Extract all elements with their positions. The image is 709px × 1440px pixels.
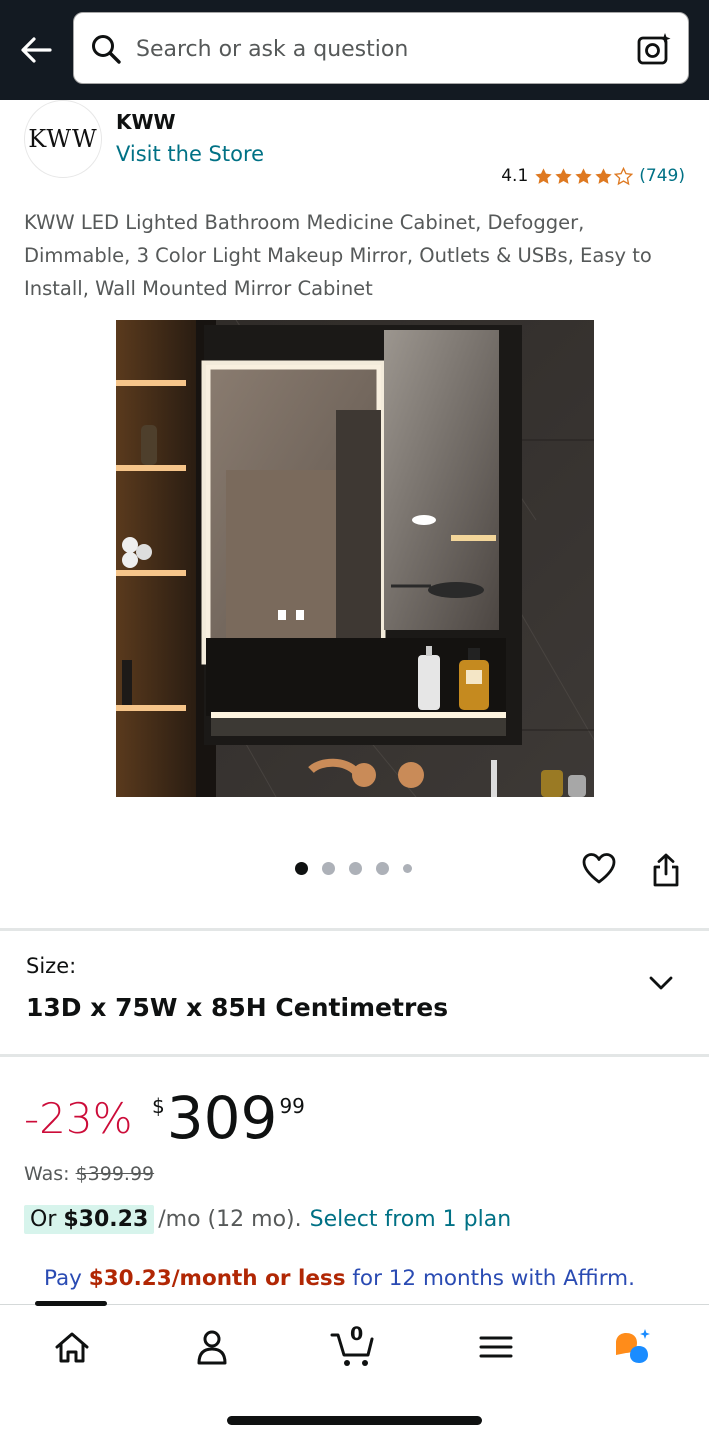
camera-search-icon[interactable]	[636, 31, 672, 67]
was-value: $399.99	[75, 1163, 155, 1185]
rating-value: 4.1	[501, 166, 529, 186]
share-icon[interactable]	[650, 852, 682, 888]
image-pager[interactable]	[295, 862, 412, 875]
price: $ 309 99	[152, 1088, 305, 1148]
monthly-amount: $30.23	[63, 1207, 149, 1232]
cart-count: 0	[350, 1323, 364, 1345]
affirm-suffix: for 12 months with Affirm.	[345, 1266, 635, 1291]
heart-icon[interactable]	[582, 852, 616, 886]
size-value: 13D x 75W x 85H Centimetres	[26, 993, 449, 1022]
rufus-icon[interactable]	[612, 1325, 652, 1369]
top-bar: Search or ask a question	[0, 0, 709, 100]
product-title: KWW LED Lighted Bathroom Medicine Cabine…	[24, 211, 652, 300]
affirm-amount: $30.23/month or less	[88, 1266, 346, 1291]
active-tab-indicator	[35, 1301, 107, 1306]
monthly-prefix: Or	[30, 1207, 64, 1232]
store-logo-text: KWW	[28, 125, 98, 153]
was-price: Was: $399.99	[24, 1163, 154, 1185]
visit-store-link[interactable]: Visit the Store	[116, 142, 264, 166]
star-full-icon	[575, 167, 592, 184]
monthly-payment: Or $30.23 /mo (12 mo). Select from 1 pla…	[24, 1205, 511, 1234]
price-currency: $	[152, 1094, 165, 1118]
product-image[interactable]	[116, 320, 594, 797]
menu-icon[interactable]	[476, 1325, 516, 1369]
rating-summary[interactable]: 4.1 (749)	[501, 166, 685, 186]
search-input[interactable]: Search or ask a question	[136, 37, 408, 62]
pager-dot[interactable]	[403, 864, 412, 873]
was-label: Was:	[24, 1163, 76, 1185]
divider	[0, 928, 709, 931]
pager-dot[interactable]	[322, 862, 335, 875]
select-plan-link[interactable]: Select from 1 plan	[310, 1207, 512, 1232]
monthly-suffix: /mo (12 mo).	[158, 1207, 302, 1232]
back-arrow-icon[interactable]	[18, 32, 54, 68]
star-full-icon	[595, 167, 612, 184]
cart-button[interactable]: 0	[330, 1323, 378, 1369]
divider	[0, 1054, 709, 1057]
star-full-icon	[555, 167, 572, 184]
pager-dot-active[interactable]	[295, 862, 308, 875]
home-icon[interactable]	[52, 1325, 92, 1369]
price-fraction: 99	[279, 1094, 305, 1118]
home-indicator	[227, 1416, 482, 1425]
star-empty-icon	[614, 166, 634, 185]
pager-dot[interactable]	[376, 862, 389, 875]
medicine-cabinet-image	[116, 320, 594, 797]
store-logo[interactable]: KWW	[24, 100, 102, 178]
monthly-highlight: Or $30.23	[24, 1205, 155, 1234]
price-whole: 309	[166, 1084, 278, 1152]
star-rating	[534, 166, 634, 186]
discount-percent: -23%	[24, 1094, 133, 1143]
account-icon[interactable]	[192, 1325, 232, 1369]
brand-name: KWW	[116, 110, 176, 134]
chevron-down-icon[interactable]	[648, 972, 674, 994]
rating-count: (749)	[639, 166, 685, 186]
affirm-offer[interactable]: Pay $30.23/month or less for 12 months w…	[44, 1266, 635, 1291]
search-icon	[92, 35, 121, 64]
search-bar[interactable]: Search or ask a question	[73, 12, 689, 84]
affirm-prefix: Pay	[44, 1266, 89, 1291]
pager-dot[interactable]	[349, 862, 362, 875]
size-label: Size:	[26, 954, 77, 978]
star-full-icon	[535, 167, 552, 184]
